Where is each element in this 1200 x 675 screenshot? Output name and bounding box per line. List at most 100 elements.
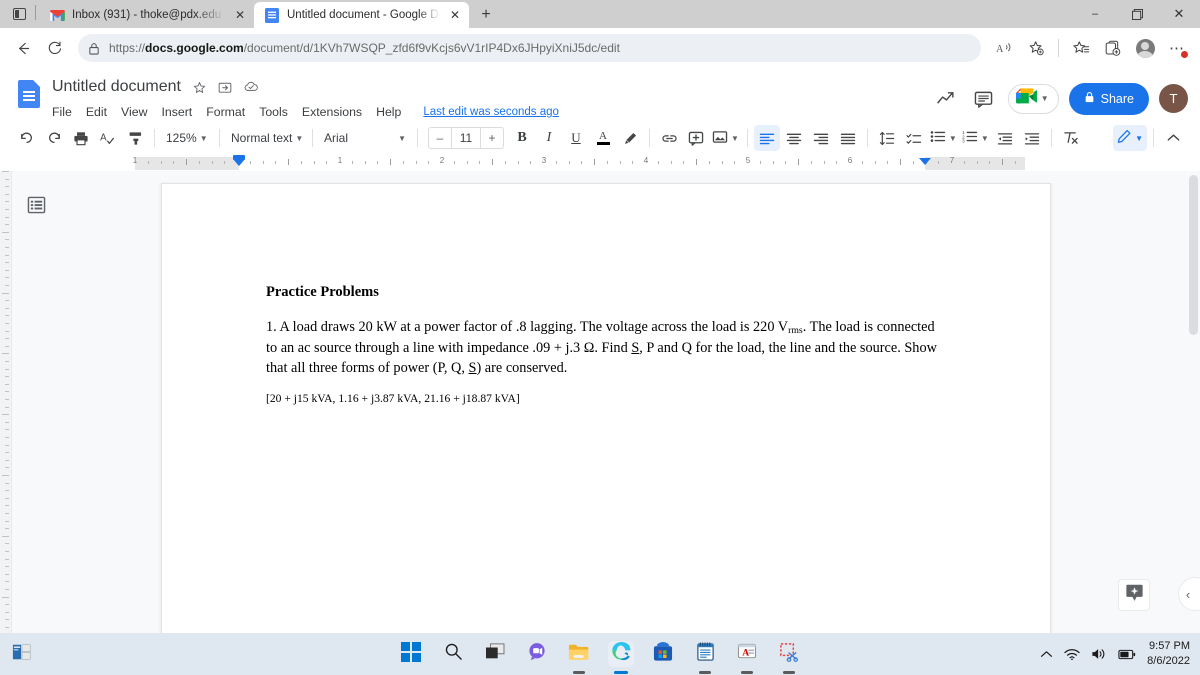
microsoft-store-button[interactable]	[650, 641, 676, 667]
highlight-icon[interactable]	[617, 125, 643, 151]
document-body[interactable]: Practice Problems 1. A load draws 20 kW …	[162, 184, 1050, 405]
close-button[interactable]: ✕	[1158, 0, 1200, 28]
horizontal-ruler[interactable]: 1 1 2 3 4 5 6 7	[0, 155, 1200, 171]
collections-icon[interactable]	[1098, 33, 1128, 63]
chevron-down-icon[interactable]: ▼	[949, 134, 957, 143]
editing-mode-button[interactable]: ▼	[1113, 125, 1147, 151]
weather-widget-icon[interactable]	[12, 642, 32, 667]
browser-tab-gmail[interactable]: Inbox (931) - thoke@pdx.edu - P ✕	[39, 2, 254, 28]
comments-icon[interactable]	[970, 85, 998, 113]
align-right-icon[interactable]	[808, 125, 834, 151]
underline-button[interactable]: U	[563, 125, 589, 151]
browser-tab-google-docs[interactable]: Untitled document - Google Doc ✕	[254, 2, 469, 28]
text-color-button[interactable]: A	[590, 125, 616, 151]
bold-button[interactable]: B	[509, 125, 535, 151]
notepad-button[interactable]	[692, 641, 718, 667]
bulleted-list-button[interactable]: ▼	[928, 125, 959, 151]
hide-menus-chevron-icon[interactable]	[1160, 125, 1186, 151]
align-center-icon[interactable]	[781, 125, 807, 151]
document-title[interactable]: Untitled document	[52, 78, 181, 96]
last-edit-status[interactable]: Last edit was seconds ago	[423, 106, 559, 118]
increase-indent-icon[interactable]	[1019, 125, 1045, 151]
chevron-down-icon[interactable]: ▼	[731, 134, 739, 143]
decrease-indent-icon[interactable]	[992, 125, 1018, 151]
add-comment-icon[interactable]	[683, 125, 709, 151]
activity-dashboard-icon[interactable]	[932, 85, 960, 113]
close-icon[interactable]: ✕	[447, 7, 463, 23]
add-to-favorites-icon[interactable]	[1021, 33, 1051, 63]
align-left-icon[interactable]	[753, 125, 780, 151]
paint-format-icon[interactable]	[122, 125, 148, 151]
clear-formatting-icon[interactable]	[1058, 125, 1084, 151]
avatar[interactable]: T	[1159, 84, 1188, 113]
document-outline-icon[interactable]	[22, 191, 50, 219]
menu-edit[interactable]: Edit	[86, 105, 107, 119]
start-button[interactable]	[398, 641, 424, 667]
move-to-folder-icon[interactable]	[218, 81, 232, 94]
show-hidden-icons-button[interactable]	[1040, 650, 1053, 659]
line-spacing-icon[interactable]	[874, 125, 900, 151]
read-aloud-icon[interactable]: A	[989, 33, 1019, 63]
italic-button[interactable]: I	[536, 125, 562, 151]
menu-insert[interactable]: Insert	[161, 105, 192, 119]
snipping-tool-button[interactable]	[776, 641, 802, 667]
volume-icon[interactable]	[1091, 647, 1107, 661]
menu-tools[interactable]: Tools	[259, 105, 288, 119]
adobe-acrobat-button[interactable]: A	[734, 641, 760, 667]
favorites-icon[interactable]	[1066, 33, 1096, 63]
menu-view[interactable]: View	[121, 105, 147, 119]
first-line-indent-marker[interactable]	[233, 159, 245, 166]
font-size-value[interactable]: 11	[451, 128, 481, 148]
chevron-down-icon[interactable]: ▼	[1041, 94, 1049, 103]
docs-home-button[interactable]	[10, 74, 48, 123]
paragraph-style-select[interactable]: Normal text ▼	[226, 125, 306, 151]
chevron-down-icon[interactable]: ▼	[1135, 134, 1143, 143]
chevron-down-icon[interactable]: ▼	[981, 134, 989, 143]
scrollbar-thumb[interactable]	[1189, 175, 1198, 335]
menu-format[interactable]: Format	[206, 105, 245, 119]
increase-font-size-button[interactable]: +	[481, 128, 503, 148]
print-icon[interactable]	[68, 125, 94, 151]
microsoft-edge-button[interactable]	[608, 641, 634, 667]
menu-extensions[interactable]: Extensions	[302, 105, 362, 119]
minimize-button[interactable]: –	[1074, 0, 1116, 28]
profile-icon[interactable]	[1130, 33, 1160, 63]
insert-link-icon[interactable]	[656, 125, 682, 151]
star-icon[interactable]	[193, 81, 206, 94]
close-icon[interactable]: ✕	[232, 7, 248, 23]
menu-file[interactable]: File	[52, 105, 72, 119]
menu-help[interactable]: Help	[376, 105, 401, 119]
spelling-check-icon[interactable]: A	[95, 125, 121, 151]
taskbar-clock[interactable]: 9:57 PM 8/6/2022	[1147, 639, 1190, 668]
battery-icon[interactable]	[1118, 649, 1136, 660]
new-tab-button[interactable]: +	[473, 2, 499, 28]
chat-button[interactable]	[524, 641, 550, 667]
document-page[interactable]: Practice Problems 1. A load draws 20 kW …	[161, 183, 1051, 633]
font-select[interactable]: Arial ▼	[319, 125, 411, 151]
undo-icon[interactable]	[14, 125, 40, 151]
refresh-button[interactable]	[40, 33, 70, 63]
redo-icon[interactable]	[41, 125, 67, 151]
insert-image-button[interactable]: ▼	[710, 125, 741, 151]
share-button[interactable]: Share	[1068, 82, 1149, 115]
decrease-font-size-button[interactable]: –	[429, 128, 451, 148]
taskbar-widgets[interactable]	[12, 642, 32, 667]
wifi-icon[interactable]	[1064, 648, 1080, 661]
zoom-select[interactable]: 125% ▼	[161, 125, 213, 151]
file-explorer-button[interactable]	[566, 641, 592, 667]
maximize-button[interactable]	[1116, 0, 1158, 28]
search-button[interactable]	[440, 641, 466, 667]
back-button[interactable]	[8, 33, 38, 63]
align-justify-icon[interactable]	[835, 125, 861, 151]
url-bar[interactable]: https://docs.google.com/document/d/1KVh7…	[78, 34, 981, 62]
tab-actions-icon[interactable]	[4, 0, 34, 28]
numbered-list-button[interactable]: 123 ▼	[960, 125, 991, 151]
cloud-saved-icon[interactable]	[244, 81, 259, 93]
vertical-scrollbar[interactable]	[1189, 175, 1198, 633]
settings-more-icon[interactable]: ⋯	[1162, 33, 1192, 63]
font-size-stepper[interactable]: – 11 +	[428, 127, 504, 149]
explore-button[interactable]	[1118, 579, 1150, 611]
checklist-icon[interactable]	[901, 125, 927, 151]
task-view-button[interactable]	[482, 641, 508, 667]
google-meet-button[interactable]: ▼	[1007, 83, 1059, 114]
